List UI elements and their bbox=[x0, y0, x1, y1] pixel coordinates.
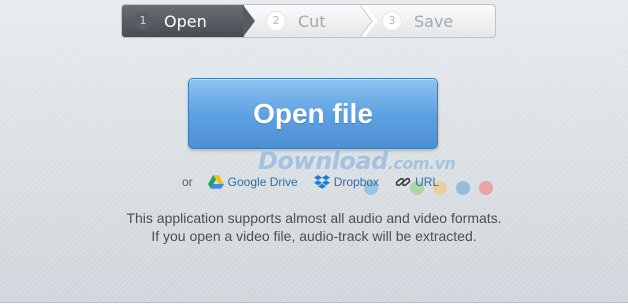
step-active-arrow bbox=[243, 5, 255, 37]
step-cut[interactable]: 2 Cut bbox=[266, 5, 326, 37]
format-info: This application supports almost all aud… bbox=[0, 209, 628, 245]
open-file-button[interactable]: Open file bbox=[188, 78, 438, 149]
or-label: or bbox=[182, 175, 193, 189]
watermark-dot bbox=[456, 181, 470, 195]
step-separator-icon bbox=[360, 5, 376, 37]
step-number: 3 bbox=[382, 11, 402, 31]
step-label: Save bbox=[414, 11, 454, 31]
dropbox-icon bbox=[313, 174, 330, 189]
google-drive-link[interactable]: Google Drive bbox=[207, 175, 298, 189]
step-open[interactable]: 1 Open bbox=[122, 5, 244, 37]
watermark-domain: .com.vn bbox=[387, 154, 456, 173]
google-drive-label: Google Drive bbox=[227, 175, 298, 189]
url-label: URL bbox=[415, 175, 440, 189]
link-icon bbox=[395, 177, 411, 187]
source-options: or Google Drive Dropbox URL bbox=[182, 173, 455, 191]
dropbox-label: Dropbox bbox=[333, 175, 380, 189]
step-number: 2 bbox=[266, 11, 286, 31]
watermark-dot bbox=[479, 181, 493, 195]
watermark-text: Download bbox=[258, 147, 388, 175]
step-label: Open bbox=[164, 11, 207, 31]
google-drive-icon bbox=[207, 175, 224, 189]
info-line: This application supports almost all aud… bbox=[126, 210, 502, 226]
dropbox-link[interactable]: Dropbox bbox=[313, 174, 380, 190]
step-label: Cut bbox=[298, 11, 326, 31]
url-link[interactable]: URL bbox=[395, 175, 439, 189]
step-save[interactable]: 3 Save bbox=[382, 5, 453, 37]
app-window: 1 Open 2 Cut 3 Save Open file Download.c… bbox=[0, 0, 628, 303]
watermark-logo: Download.com.vn bbox=[258, 147, 456, 175]
step-bar: 1 Open 2 Cut 3 Save bbox=[121, 4, 496, 38]
info-line: If you open a video file, audio-track wi… bbox=[151, 228, 477, 244]
step-number: 1 bbox=[134, 12, 152, 30]
